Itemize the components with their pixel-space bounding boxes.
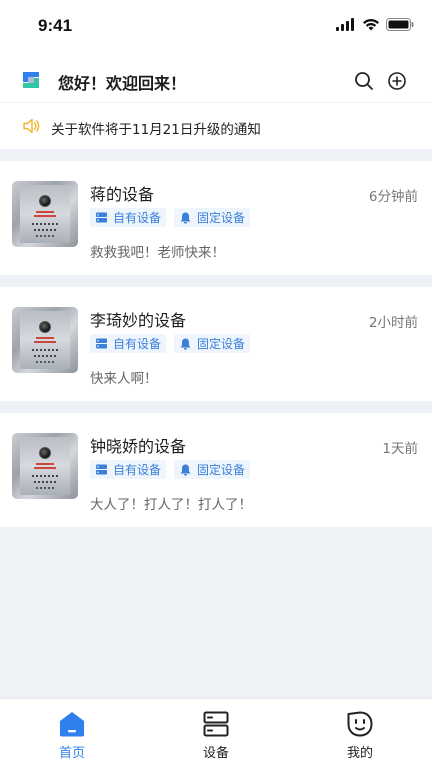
device-list: 蒋的设备 6分钟前 自有设备 固定设备 救救我吧！老师快来！ 李琦妙的设备 2小… (0, 161, 432, 539)
tag-owned-device: 自有设备 (90, 334, 167, 353)
tab-home-label: 首页 (58, 746, 85, 761)
device-tags: 自有设备 固定设备 (90, 334, 251, 353)
notice-bar[interactable]: 关于软件将于11月21日升级的通知 (0, 102, 432, 149)
tag-fixed-label: 固定设备 (197, 211, 246, 225)
tab-devices[interactable]: 设备 (144, 699, 288, 768)
app-logo-icon (23, 72, 39, 88)
profile-icon (347, 711, 373, 737)
tag-fixed-device: 固定设备 (174, 460, 251, 479)
notice-text: 关于软件将于11月21日升级的通知 (51, 122, 261, 138)
device-tags: 自有设备 固定设备 (90, 460, 251, 479)
battery-icon (386, 18, 414, 31)
server-icon (96, 212, 107, 223)
speaker-icon (23, 118, 40, 134)
device-thumbnail (12, 181, 78, 247)
tab-devices-label: 设备 (202, 746, 229, 761)
device-card[interactable]: 蒋的设备 6分钟前 自有设备 固定设备 救救我吧！老师快来！ (0, 161, 432, 275)
device-card[interactable]: 钟晓娇的设备 1天前 自有设备 固定设备 大人了！打人了！打人了！ (0, 413, 432, 527)
signal-icon (336, 18, 354, 31)
tag-owned-label: 自有设备 (113, 337, 162, 351)
bell-icon (180, 212, 191, 224)
device-message: 大人了！打人了！打人了！ (90, 497, 252, 513)
server-icon (96, 338, 107, 349)
tab-home[interactable]: 首页 (0, 699, 144, 768)
bell-icon (180, 338, 191, 350)
greeting-title: 您好！欢迎回来！ (58, 74, 187, 93)
tag-fixed-device: 固定设备 (174, 334, 251, 353)
search-icon[interactable] (354, 71, 374, 91)
bottom-tab-bar: 首页 设备 我的 (0, 698, 432, 768)
tag-owned-device: 自有设备 (90, 460, 167, 479)
device-icon (203, 711, 229, 737)
status-bar: 9:41 (0, 0, 432, 52)
app-header: 您好！欢迎回来！ (0, 52, 432, 102)
device-time: 6分钟前 (368, 189, 418, 205)
server-icon (96, 464, 107, 475)
tab-profile[interactable]: 我的 (288, 699, 432, 768)
wifi-icon (363, 19, 379, 31)
home-icon (60, 712, 84, 737)
device-message: 快来人啊！ (90, 371, 158, 387)
device-card[interactable]: 李琦妙的设备 2小时前 自有设备 固定设备 快来人啊！ (0, 287, 432, 401)
device-message: 救救我吧！老师快来！ (90, 245, 225, 261)
tab-profile-label: 我的 (346, 746, 373, 761)
device-name: 钟晓娇的设备 (90, 437, 187, 456)
plus-circle-icon[interactable] (387, 71, 407, 91)
device-name: 蒋的设备 (90, 185, 155, 204)
device-thumbnail (12, 307, 78, 373)
tag-fixed-label: 固定设备 (197, 463, 246, 477)
tag-owned-label: 自有设备 (113, 211, 162, 225)
tag-owned-device: 自有设备 (90, 208, 167, 227)
tag-fixed-label: 固定设备 (197, 337, 246, 351)
device-thumbnail (12, 433, 78, 499)
tag-owned-label: 自有设备 (113, 463, 162, 477)
device-name: 李琦妙的设备 (90, 311, 187, 330)
device-time: 1天前 (382, 441, 418, 457)
device-tags: 自有设备 固定设备 (90, 208, 251, 227)
device-time: 2小时前 (368, 315, 418, 331)
tag-fixed-device: 固定设备 (174, 208, 251, 227)
status-icons (336, 18, 414, 31)
status-time: 9:41 (38, 16, 73, 35)
bell-icon (180, 464, 191, 476)
